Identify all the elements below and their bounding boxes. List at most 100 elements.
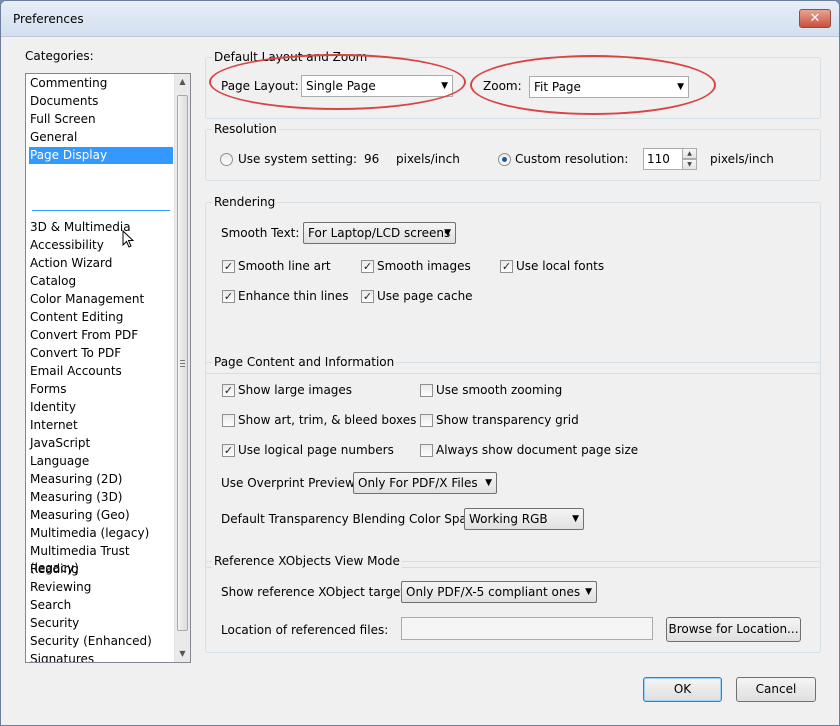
scroll-thumb[interactable] <box>177 95 188 631</box>
category-item[interactable]: Language <box>29 453 173 470</box>
custom-resolution-radio[interactable] <box>498 153 511 166</box>
use-page-cache-checkbox[interactable]: ✓ <box>361 290 374 303</box>
check-icon: ✓ <box>501 260 512 273</box>
category-item[interactable]: Convert From PDF <box>29 327 173 344</box>
smooth-text-label: Smooth Text: <box>221 226 300 240</box>
mouse-pointer-icon <box>122 230 135 248</box>
blending-value: Working RGB <box>469 512 548 526</box>
always-show-page-size-checkbox[interactable] <box>420 444 433 457</box>
category-item[interactable]: Search <box>29 597 173 614</box>
category-item[interactable]: Catalog <box>29 273 173 290</box>
browse-location-label: Browse for Location... <box>668 622 799 636</box>
category-item[interactable]: Accessibility <box>29 237 173 254</box>
enhance-thin-lines-label: Enhance thin lines <box>238 289 349 303</box>
scroll-down-icon[interactable]: ▼ <box>175 646 190 662</box>
categories-separator <box>32 210 170 211</box>
smooth-images-label: Smooth images <box>377 259 471 273</box>
smooth-line-art-label: Smooth line art <box>238 259 331 273</box>
category-item[interactable]: Full Screen <box>29 111 173 128</box>
smooth-text-value: For Laptop/LCD screens <box>308 226 451 240</box>
category-item[interactable]: Security <box>29 615 173 632</box>
custom-resolution-value: 110 <box>647 152 670 166</box>
use-smooth-zooming-checkbox[interactable] <box>420 384 433 397</box>
system-dpi-unit: pixels/inch <box>396 152 460 166</box>
categories-list[interactable]: Commenting Documents Full Screen General Pag… <box>25 73 191 663</box>
category-item[interactable]: Documents <box>29 93 173 110</box>
use-smooth-zooming-label: Use smooth zooming <box>436 383 563 397</box>
category-item[interactable]: Commenting <box>29 75 173 92</box>
spin-down-icon[interactable]: ▼ <box>682 159 697 170</box>
category-item[interactable]: Convert To PDF <box>29 345 173 362</box>
dialog-title: Preferences <box>13 12 84 26</box>
always-show-page-size-label: Always show document page size <box>436 443 639 457</box>
resolution-stepper[interactable]: ▲ ▼ <box>682 148 697 170</box>
chevron-down-icon: ▼ <box>572 514 579 524</box>
system-dpi-value: 96 <box>364 152 380 166</box>
category-item[interactable]: Email Accounts <box>29 363 173 380</box>
xobject-targets-select[interactable]: Only PDF/X-5 compliant ones ▼ <box>401 581 597 603</box>
scroll-up-icon[interactable]: ▲ <box>175 74 190 90</box>
overprint-select[interactable]: Only For PDF/X Files ▼ <box>353 472 497 494</box>
grip-icon <box>180 360 185 367</box>
category-item[interactable]: General <box>29 129 173 146</box>
preferences-dialog: Preferences ✕ Categories: Commenting Docu… <box>0 0 840 726</box>
category-item[interactable]: Measuring (2D) <box>29 471 173 488</box>
ok-button[interactable]: OK <box>643 677 722 702</box>
show-transparency-grid-label: Show transparency grid <box>436 413 579 427</box>
category-item[interactable]: Color Management <box>29 291 173 308</box>
rendering-group: Rendering Smooth Text: For Laptop/LCD sc… <box>205 195 821 374</box>
check-icon: ✓ <box>223 290 234 303</box>
show-large-images-checkbox[interactable]: ✓ <box>222 384 235 397</box>
check-icon: ✓ <box>223 384 234 397</box>
page-content-group: Page Content and Information ✓ Show larg… <box>205 355 821 568</box>
browse-location-button[interactable]: Browse for Location... <box>666 617 801 642</box>
xobject-targets-value: Only PDF/X-5 compliant ones <box>406 585 581 599</box>
enhance-thin-lines-checkbox[interactable]: ✓ <box>222 290 235 303</box>
system-setting-radio[interactable] <box>220 153 233 166</box>
check-icon: ✓ <box>223 260 234 273</box>
category-item[interactable]: Multimedia (legacy) <box>29 525 173 542</box>
resolution-group: Resolution Use system setting: 96 pixels… <box>205 122 821 181</box>
page-content-title: Page Content and Information <box>212 355 397 369</box>
category-item[interactable]: Signatures <box>29 651 173 662</box>
location-label: Location of referenced files: <box>221 623 389 637</box>
custom-resolution-input[interactable]: 110 <box>643 148 683 170</box>
categories-scrollbar[interactable]: ▲ ▼ <box>174 74 190 662</box>
location-input[interactable] <box>401 617 653 640</box>
blending-label: Default Transparency Blending Color Spac… <box>221 512 485 526</box>
category-item[interactable]: JavaScript <box>29 435 173 452</box>
category-item[interactable]: Reviewing <box>29 579 173 596</box>
resolution-title: Resolution <box>212 122 279 136</box>
category-item[interactable]: Measuring (Geo) <box>29 507 173 524</box>
smooth-line-art-checkbox[interactable]: ✓ <box>222 260 235 273</box>
use-logical-page-numbers-checkbox[interactable]: ✓ <box>222 444 235 457</box>
use-local-fonts-label: Use local fonts <box>516 259 605 273</box>
category-item[interactable]: 3D & Multimedia <box>29 219 173 236</box>
smooth-images-checkbox[interactable]: ✓ <box>361 260 374 273</box>
rendering-title: Rendering <box>212 195 278 209</box>
smooth-text-select[interactable]: For Laptop/LCD screens ▼ <box>303 222 456 244</box>
category-item[interactable]: Measuring (3D) <box>29 489 173 506</box>
show-transparency-grid-checkbox[interactable] <box>420 414 433 427</box>
category-item[interactable]: Security (Enhanced) <box>29 633 173 650</box>
use-local-fonts-checkbox[interactable]: ✓ <box>500 260 513 273</box>
cancel-button[interactable]: Cancel <box>736 677 816 702</box>
chevron-down-icon: ▼ <box>585 587 592 597</box>
category-item[interactable]: Content Editing <box>29 309 173 326</box>
spin-up-icon[interactable]: ▲ <box>682 148 697 159</box>
category-item[interactable]: Multimedia Trust (legacy) <box>29 543 173 575</box>
check-icon: ✓ <box>223 444 234 457</box>
category-item[interactable]: Internet <box>29 417 173 434</box>
category-item[interactable]: Page Display <box>29 147 173 164</box>
category-item[interactable]: Identity <box>29 399 173 416</box>
ok-label: OK <box>673 682 692 696</box>
overprint-value: Only For PDF/X Files <box>358 476 478 490</box>
show-art-trim-checkbox[interactable] <box>222 414 235 427</box>
close-button[interactable]: ✕ <box>799 9 831 28</box>
blending-select[interactable]: Working RGB ▼ <box>464 508 584 530</box>
category-item[interactable]: Action Wizard <box>29 255 173 272</box>
category-item[interactable]: Forms <box>29 381 173 398</box>
overprint-label: Use Overprint Preview: <box>221 476 359 490</box>
category-item[interactable]: Reading <box>29 561 173 578</box>
title-bar[interactable]: Preferences ✕ <box>1 1 839 37</box>
